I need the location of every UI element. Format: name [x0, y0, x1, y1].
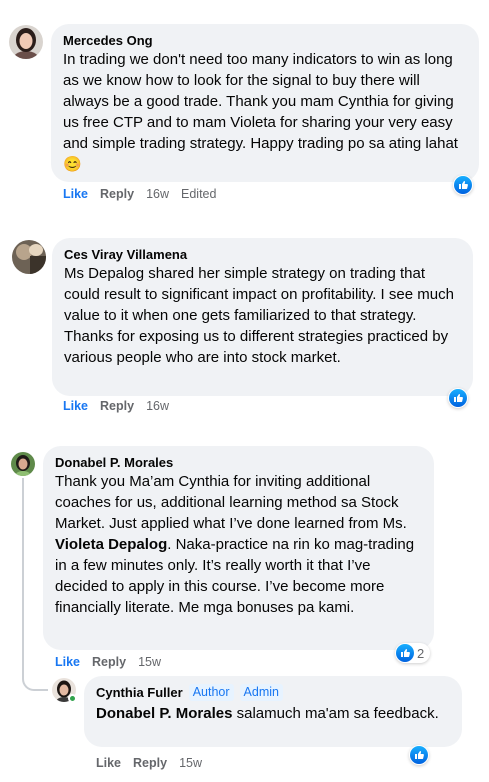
reply-actions: Like Reply 15w	[96, 755, 202, 771]
reply-bubble: Cynthia Fuller Author Admin Donabel P. M…	[84, 676, 462, 747]
comment-text: Thank you Ma’am Cynthia for inviting add…	[55, 471, 422, 618]
thumbs-up-icon	[449, 389, 467, 407]
thumbs-up-icon	[396, 644, 414, 662]
edited-label: Edited	[181, 187, 217, 201]
comment-text: In trading we don't need too many indica…	[63, 49, 467, 175]
reaction-count: 2	[417, 645, 425, 661]
comment-text: Ms Depalog shared her simple strategy on…	[64, 265, 454, 366]
comment-bubble: Mercedes Ong In trading we don't need to…	[51, 24, 479, 182]
comment-author[interactable]: Mercedes Ong	[63, 32, 467, 49]
thumbs-up-icon	[454, 176, 472, 194]
timestamp[interactable]: 15w	[138, 654, 161, 670]
reply-text: Donabel P. Morales salamuch ma'am sa fee…	[96, 703, 450, 724]
author-badge: Author	[188, 684, 234, 701]
timestamp[interactable]: 16w	[146, 398, 169, 414]
comment-bubble: Donabel P. Morales Thank you Ma’am Cynth…	[43, 446, 434, 650]
like-button[interactable]: Like	[63, 186, 88, 202]
reply-button[interactable]: Reply	[100, 398, 134, 414]
reaction-summary[interactable]	[409, 745, 429, 765]
profile-photo-icon	[12, 240, 46, 274]
mention-link[interactable]: Donabel P. Morales	[96, 705, 232, 722]
reply-button[interactable]: Reply	[133, 755, 167, 771]
thread-connector	[22, 478, 48, 691]
reply-text-content: salamuch ma'am sa feedback.	[232, 705, 439, 722]
reaction-summary[interactable]	[448, 388, 468, 408]
avatar-mercedes-ong[interactable]	[9, 25, 43, 59]
comment-author[interactable]: Ces Viray Villamena	[64, 246, 461, 263]
mention-link[interactable]: Violeta Depalog	[55, 536, 167, 553]
reaction-summary[interactable]: 2	[395, 643, 431, 663]
timestamp[interactable]: 16w	[146, 186, 169, 202]
comment-actions: Like Reply 16w	[63, 398, 169, 414]
like-button[interactable]: Like	[96, 755, 121, 771]
comment-actions: Like Reply 15w	[55, 654, 161, 670]
reply-button[interactable]: Reply	[100, 186, 134, 202]
reply-author-name[interactable]: Cynthia Fuller	[96, 684, 183, 701]
reply-button[interactable]: Reply	[92, 654, 126, 670]
comment-text-content: In trading we don't need too many indica…	[63, 51, 458, 152]
thumbs-up-icon	[410, 746, 428, 764]
avatar-ces-viray-villamena[interactable]	[12, 240, 46, 274]
reaction-summary[interactable]	[453, 175, 473, 195]
timestamp[interactable]: 15w	[179, 755, 202, 771]
reply-author: Cynthia Fuller Author Admin	[96, 684, 450, 701]
avatar-donabel-p-morales[interactable]	[11, 452, 35, 476]
comment-bubble: Ces Viray Villamena Ms Depalog shared he…	[52, 238, 473, 396]
like-button[interactable]: Like	[63, 398, 88, 414]
smile-emoji-icon: 😊	[63, 156, 82, 173]
comment-actions: Like Reply 16w Edited	[63, 186, 216, 202]
profile-photo-icon	[11, 452, 35, 476]
profile-photo-icon	[9, 25, 43, 59]
comment-author[interactable]: Donabel P. Morales	[55, 454, 422, 471]
online-status-dot	[68, 694, 77, 703]
admin-badge: Admin	[239, 684, 283, 701]
comment-text-part: Thank you Ma’am Cynthia for inviting add…	[55, 473, 412, 532]
like-button[interactable]: Like	[55, 654, 80, 670]
